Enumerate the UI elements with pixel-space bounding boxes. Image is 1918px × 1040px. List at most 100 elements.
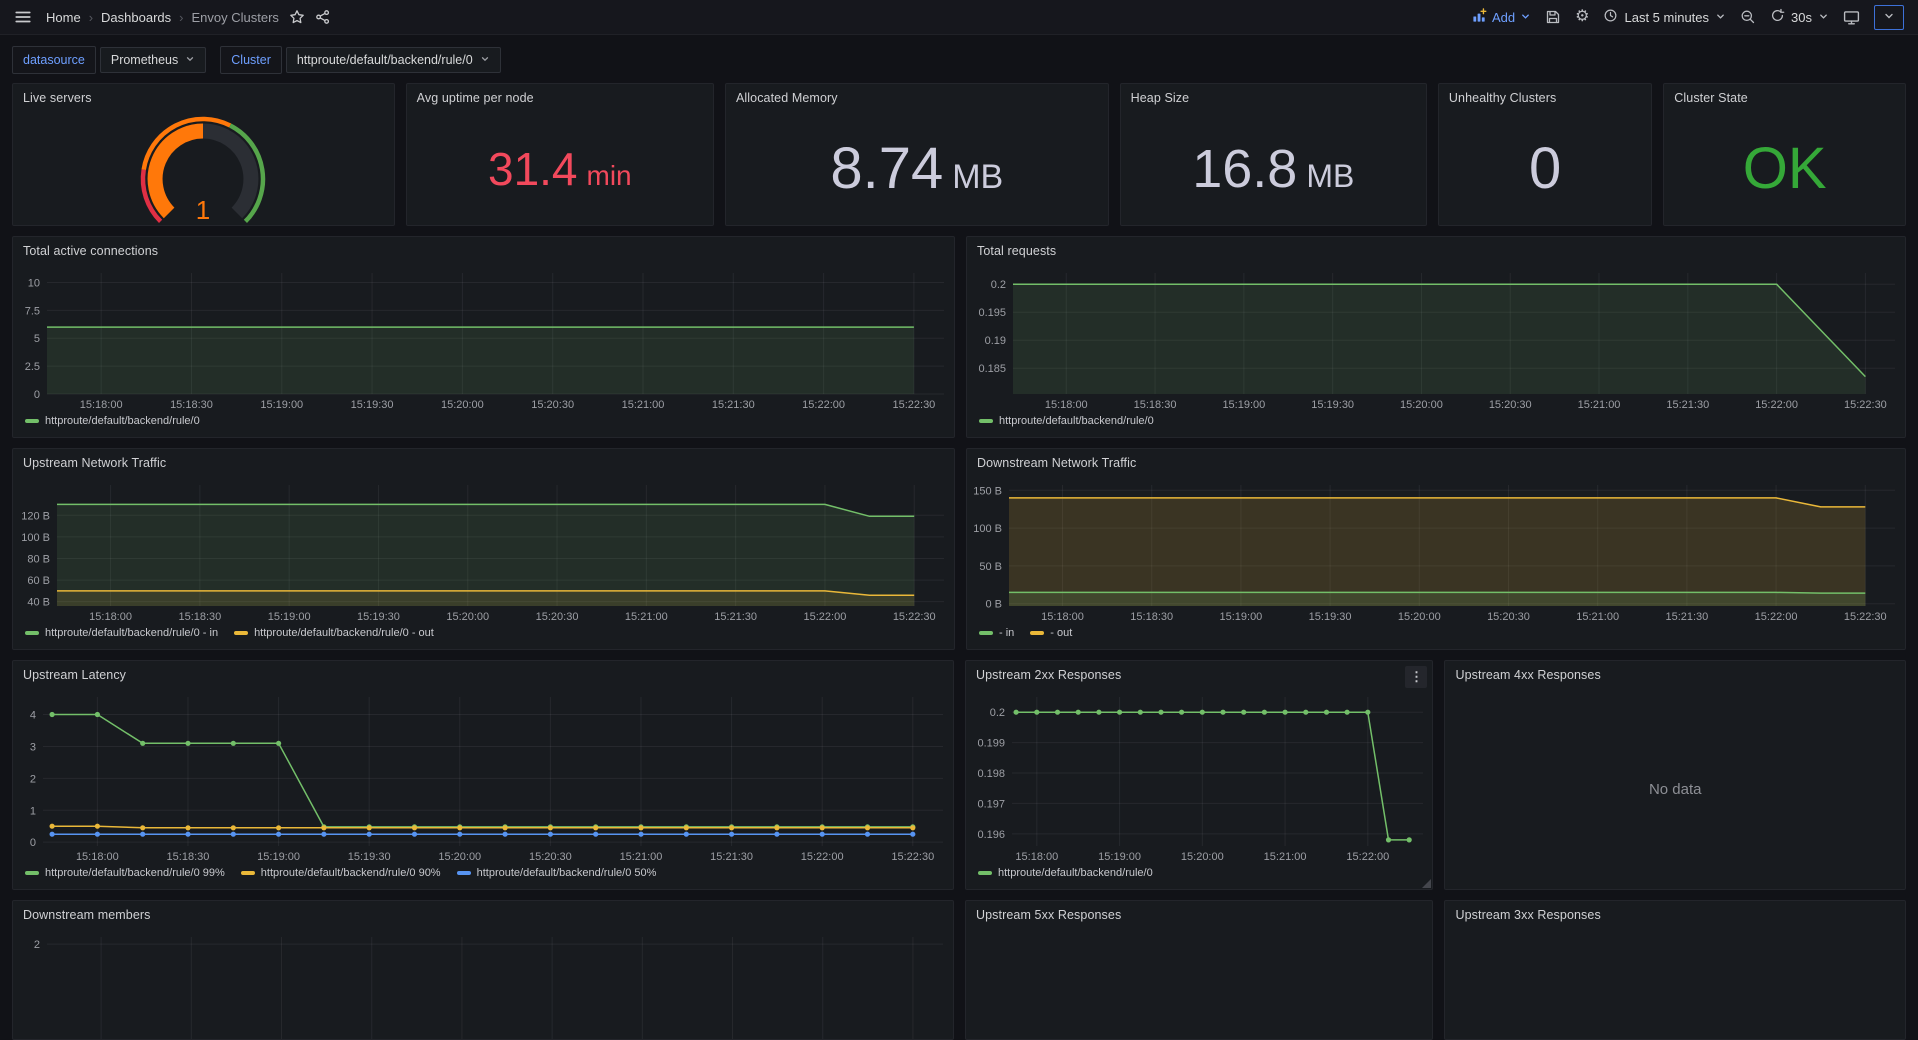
legend-item[interactable]: httproute/default/backend/rule/0 - in [25,627,218,639]
panel-title[interactable]: Upstream 2xx Responses [976,668,1121,682]
panel-title[interactable]: Heap Size [1131,91,1190,105]
cluster-picker[interactable]: httproute/default/backend/rule/0 [286,47,501,73]
hamburger-icon [14,8,32,26]
save-dashboard-button[interactable] [1545,4,1561,30]
panel-title[interactable]: Avg uptime per node [417,91,534,105]
breadcrumb-separator: › [179,10,183,25]
svg-text:0.185: 0.185 [978,363,1006,375]
add-chart-icon [1472,8,1487,26]
time-series-chart[interactable]: 2 [13,929,953,1039]
svg-text:15:20:30: 15:20:30 [1487,611,1530,623]
live-servers-gauge: 1 [13,112,394,225]
dashboard-settings-button[interactable]: ⚙ [1575,4,1589,30]
panel-title[interactable]: Upstream 3xx Responses [1455,908,1600,922]
legend-item[interactable]: - out [1030,627,1072,639]
svg-text:15:20:30: 15:20:30 [1489,399,1532,411]
chart-legend: - in - out [967,626,1905,649]
legend-item[interactable]: httproute/default/backend/rule/0 - out [234,627,434,639]
datasource-label: datasource [12,46,96,74]
stat-unit: MB [1306,160,1354,192]
panel-title[interactable]: Upstream Latency [23,668,126,682]
svg-text:15:22:00: 15:22:00 [802,399,845,411]
kiosk-mode-button[interactable] [1843,4,1860,30]
breadcrumb-home[interactable]: Home [46,10,81,25]
panel-title[interactable]: Downstream Network Traffic [977,456,1136,470]
menu-toggle-button[interactable] [14,4,32,30]
legend-item[interactable]: httproute/default/backend/rule/0 [979,415,1154,427]
panel-total-requests: Total requests 15:18:0015:18:3015:19:001… [966,236,1906,438]
svg-text:15:19:30: 15:19:30 [1311,399,1354,411]
svg-text:2.5: 2.5 [25,361,40,373]
panel-title[interactable]: Upstream Network Traffic [23,456,166,470]
svg-text:15:21:00: 15:21:00 [1578,399,1621,411]
panel-title[interactable]: Unhealthy Clusters [1449,91,1556,105]
time-series-chart[interactable]: 15:18:0015:18:3015:19:0015:19:3015:20:00… [967,477,1905,626]
svg-text:15:21:00: 15:21:00 [625,611,668,623]
zoom-out-icon [1740,9,1756,25]
svg-text:15:21:30: 15:21:30 [710,851,753,863]
panel-resize-handle[interactable] [1422,879,1431,888]
time-series-chart[interactable]: 15:18:0015:18:3015:19:0015:19:3015:20:00… [967,265,1905,414]
add-panel-button[interactable]: Add [1472,8,1531,26]
legend-item[interactable]: httproute/default/backend/rule/0 50% [457,867,657,879]
svg-text:2: 2 [34,939,40,951]
svg-text:1: 1 [30,805,36,817]
zoom-out-time-button[interactable] [1740,4,1756,30]
svg-text:15:18:30: 15:18:30 [167,851,210,863]
panel-menu-button[interactable]: ⋮ [1405,666,1427,688]
time-range-picker[interactable]: Last 5 minutes [1603,8,1726,26]
svg-text:15:21:00: 15:21:00 [620,851,663,863]
legend-series-label: httproute/default/backend/rule/0 50% [477,867,657,879]
monitor-icon [1843,9,1860,26]
stat-value: 16.8 [1192,142,1297,196]
legend-item[interactable]: httproute/default/backend/rule/0 [978,867,1153,879]
legend-item[interactable]: httproute/default/backend/rule/0 99% [25,867,225,879]
time-series-chart[interactable] [1445,929,1905,1039]
panel-title[interactable]: Allocated Memory [736,91,838,105]
stat-value: OK [1743,140,1827,198]
share-button[interactable] [315,4,331,30]
chevron-down-icon [480,53,490,67]
panel-title[interactable]: Total requests [977,244,1056,258]
panel-upstream-latency: Upstream Latency 15:18:0015:18:3015:19:0… [12,660,954,890]
svg-text:0.2: 0.2 [990,707,1005,719]
time-series-chart[interactable]: 15:18:0015:18:3015:19:0015:19:3015:20:00… [13,265,954,414]
svg-text:15:18:30: 15:18:30 [1130,611,1173,623]
time-series-chart[interactable]: 15:18:0015:18:3015:19:0015:19:3015:20:00… [13,477,954,626]
time-series-chart[interactable]: 15:18:0015:18:3015:19:0015:19:3015:20:00… [13,689,953,866]
svg-text:0.197: 0.197 [977,798,1005,810]
no-data-chart[interactable]: No data [1445,689,1905,889]
favorite-star-button[interactable] [289,4,305,30]
panel-title[interactable]: Live servers [23,91,92,105]
panel-title[interactable]: Upstream 5xx Responses [976,908,1121,922]
panel-unhealthy-clusters: Unhealthy Clusters 0 [1438,83,1652,226]
panel-title[interactable]: Upstream 4xx Responses [1455,668,1600,682]
svg-text:15:18:00: 15:18:00 [1041,611,1084,623]
svg-text:15:22:00: 15:22:00 [1755,399,1798,411]
chevron-down-icon [1883,10,1895,25]
time-series-chart[interactable]: 15:18:0015:19:0015:20:0015:21:0015:22:00… [966,689,1433,866]
panel-upstream-network-traffic: Upstream Network Traffic 15:18:0015:18:3… [12,448,955,650]
panel-title[interactable]: Cluster State [1674,91,1748,105]
datasource-picker[interactable]: Prometheus [100,47,206,73]
clock-icon [1603,8,1618,26]
legend-item[interactable]: httproute/default/backend/rule/0 [25,415,200,427]
legend-item[interactable]: httproute/default/backend/rule/0 90% [241,867,441,879]
svg-text:15:19:30: 15:19:30 [348,851,391,863]
panel-cluster-state: Cluster State OK [1663,83,1906,226]
svg-text:15:20:00: 15:20:00 [438,851,481,863]
svg-text:15:18:30: 15:18:30 [178,611,221,623]
refresh-button[interactable]: 30s [1770,8,1829,26]
breadcrumb-dashboards[interactable]: Dashboards [101,10,171,25]
legend-series-mark [25,419,39,423]
svg-text:0: 0 [30,837,36,849]
panel-heap-size: Heap Size 16.8 MB [1120,83,1427,226]
time-series-chart[interactable] [966,929,1433,1039]
panel-title[interactable]: Downstream members [23,908,151,922]
collapse-nav-button[interactable] [1874,5,1904,30]
svg-text:4: 4 [30,710,36,722]
save-icon [1545,9,1561,25]
panel-title[interactable]: Total active connections [23,244,158,258]
legend-item[interactable]: - in [979,627,1014,639]
chart-legend: httproute/default/backend/rule/0 - in htt… [13,626,954,649]
